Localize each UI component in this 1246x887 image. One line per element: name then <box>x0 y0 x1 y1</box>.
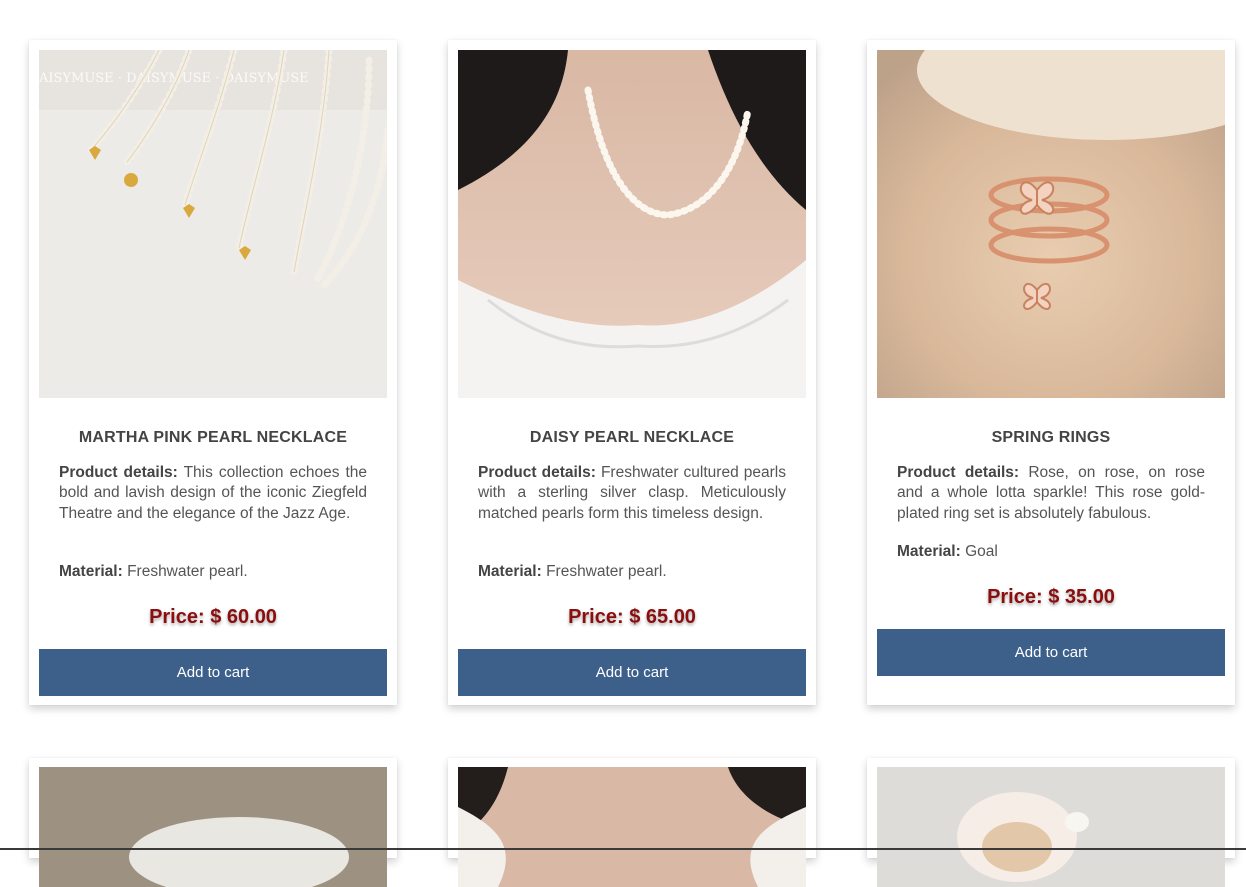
add-to-cart-button[interactable]: Add to cart <box>877 629 1225 676</box>
add-to-cart-button[interactable]: Add to cart <box>458 649 806 696</box>
product-material-label: Material: <box>897 543 961 560</box>
product-material: Material: Freshwater pearl. <box>478 563 786 581</box>
product-card-row2-3 <box>867 758 1235 887</box>
product-image-model-necklace[interactable] <box>458 50 806 398</box>
product-details: Product details: Freshwater cultured pea… <box>478 463 786 524</box>
product-card-daisy: DAISY PEARL NECKLACE Product details: Fr… <box>448 40 816 705</box>
product-title: DAISY PEARL NECKLACE <box>529 429 735 446</box>
product-price: Price: $ 65.00 <box>568 606 696 628</box>
product-card-martha: AISYMUSE · DAISYMUSE · DAISYMUSE MARTHA … <box>29 40 397 705</box>
product-details: Product details: Rose, on rose, on rose … <box>897 463 1205 524</box>
product-image[interactable] <box>877 767 1225 887</box>
product-material: Material: Freshwater pearl. <box>59 563 367 581</box>
product-title: SPRING RINGS <box>991 429 1111 446</box>
product-material-value: Freshwater pearl. <box>546 563 667 580</box>
product-details-label: Product details: <box>897 464 1020 481</box>
product-image-rose-gold-rings[interactable] <box>877 50 1225 398</box>
product-material-label: Material: <box>59 563 123 580</box>
product-image[interactable] <box>458 767 806 887</box>
product-details-label: Product details: <box>59 464 178 481</box>
product-material-label: Material: <box>478 563 542 580</box>
product-card-row2-1 <box>29 758 397 887</box>
add-to-cart-button[interactable]: Add to cart <box>39 649 387 696</box>
product-card-row2-2 <box>448 758 816 887</box>
product-material: Material: Goal <box>897 543 1205 561</box>
product-details-label: Product details: <box>478 464 596 481</box>
product-title: MARTHA PINK PEARL NECKLACE <box>78 429 348 446</box>
product-price: Price: $ 35.00 <box>987 586 1115 608</box>
product-details: Product details: This collection echoes … <box>59 463 367 524</box>
product-material-value: Freshwater pearl. <box>127 563 248 580</box>
product-card-spring-rings: SPRING RINGS Product details: Rose, on r… <box>867 40 1235 705</box>
product-price: Price: $ 60.00 <box>149 606 277 628</box>
product-image-pearl-necklaces[interactable]: AISYMUSE · DAISYMUSE · DAISYMUSE <box>39 50 387 398</box>
product-material-value: Goal <box>965 543 998 560</box>
product-image[interactable] <box>39 767 387 887</box>
